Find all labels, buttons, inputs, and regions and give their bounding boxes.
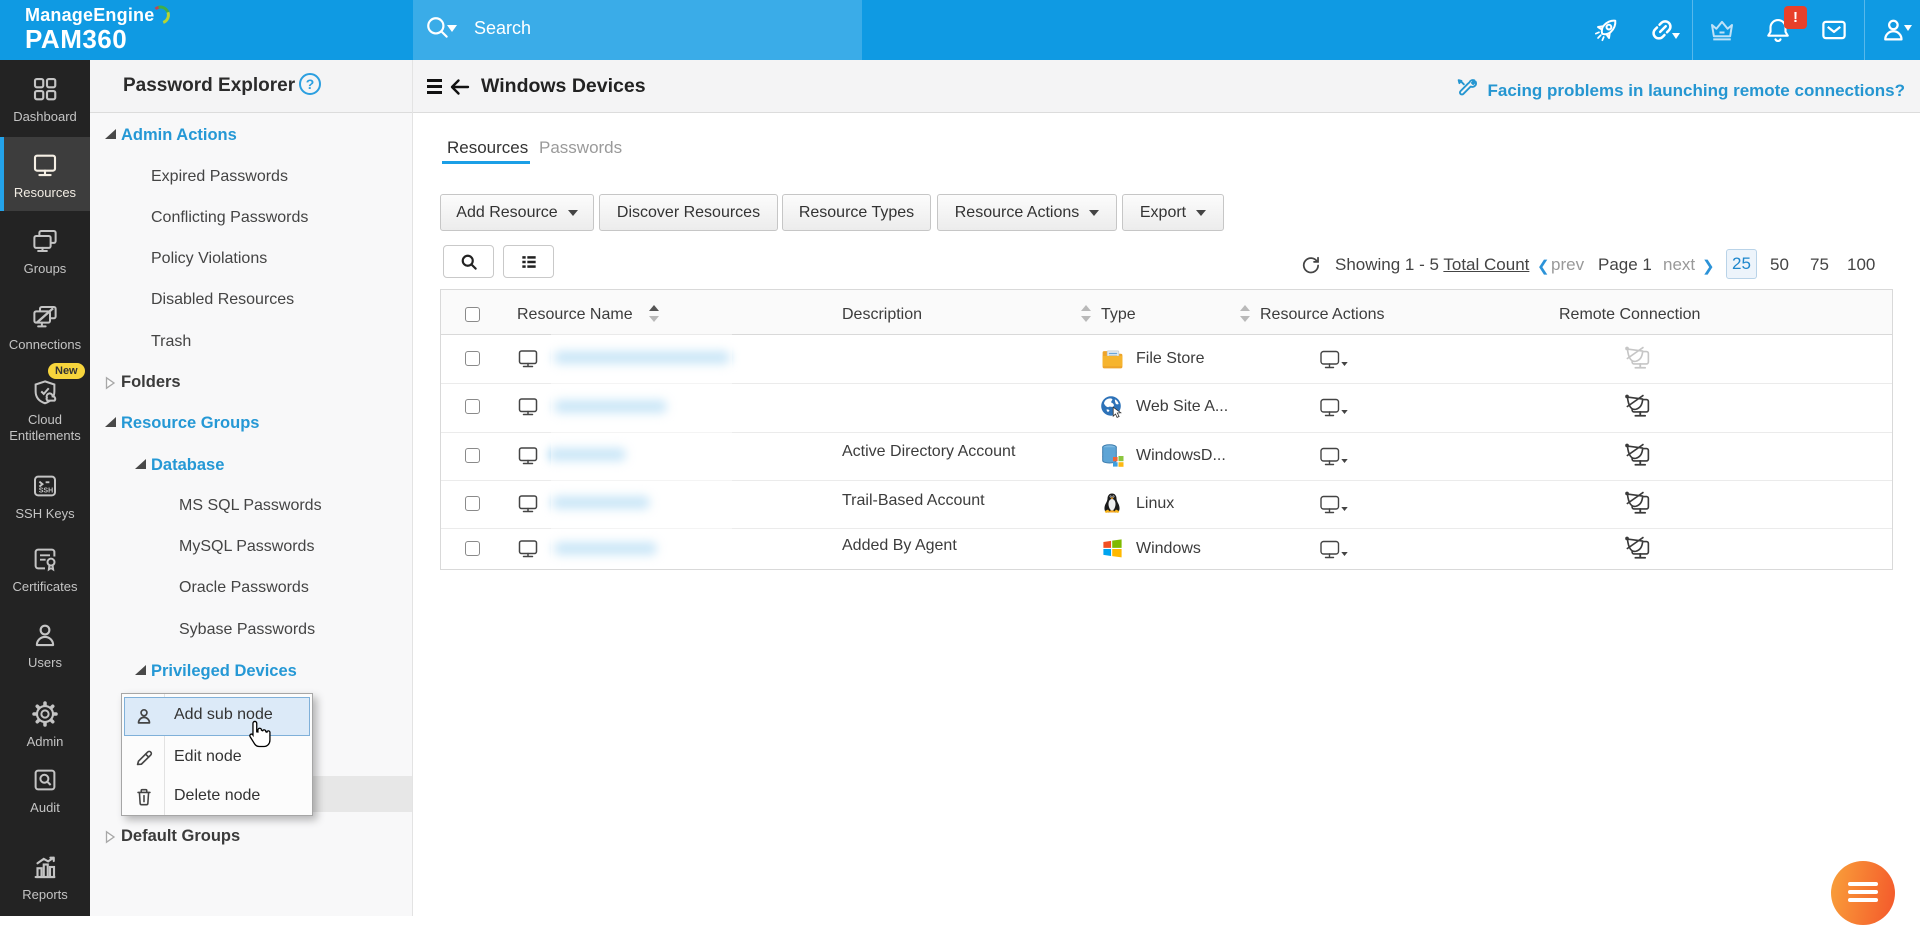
svg-text:SSH: SSH	[39, 488, 53, 495]
